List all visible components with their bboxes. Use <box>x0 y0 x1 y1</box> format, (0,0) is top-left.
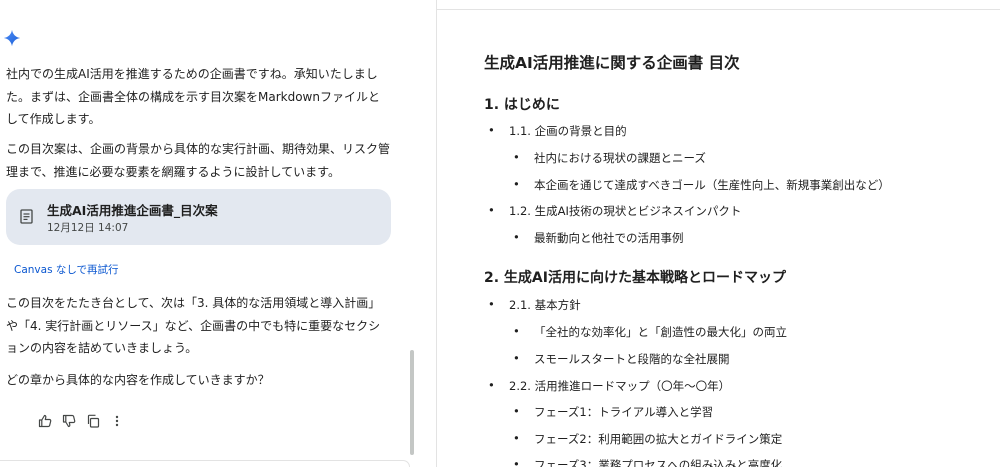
document-icon <box>20 209 33 224</box>
copy-icon[interactable] <box>86 414 100 428</box>
assistant-message-paragraph: この目次をたたき台として、次は「3. 具体的な活用領域と導入計画」や「4. 実行… <box>6 296 381 355</box>
assistant-message-paragraph: この目次案は、企画の背景から具体的な実行計画、期待効果、リスク管理まで、推進に必… <box>6 142 391 179</box>
list-item: 本企画を通じて達成すべきゴール（生産性向上、新規事業創出など） <box>513 177 890 193</box>
list-item: フェーズ1：トライアル導入と学習 <box>513 404 713 420</box>
thumb-down-icon[interactable] <box>62 414 76 428</box>
document-toolbar-border <box>437 9 1000 10</box>
list-item: 2.2. 活用推進ロードマップ（〇年〜〇年） <box>488 378 730 394</box>
file-card-date: 12月12日 14:07 <box>47 222 129 234</box>
list-item: フェーズ3：業務プロセスへの組み込みと高度化 <box>513 457 782 467</box>
assistant-message-paragraph: 社内での生成AI活用を推進するための企画書ですね。承知いたしました。まずは、企画… <box>6 67 380 126</box>
list-item: 最新動向と他社での活用事例 <box>513 230 683 246</box>
section-heading: 2. 生成AI活用に向けた基本戦略とロードマップ <box>484 270 786 286</box>
thumb-up-icon[interactable] <box>38 414 52 428</box>
chat-scrollbar[interactable] <box>410 350 414 455</box>
document-pane: 生成AI活用推進に関する企画書 目次 1. はじめに 1.1. 企画の背景と目的… <box>437 0 1000 467</box>
response-actions <box>38 412 124 430</box>
list-item: 2.1. 基本方針 <box>488 297 580 313</box>
chat-input-box-edge[interactable] <box>0 460 410 467</box>
retry-without-canvas-link[interactable]: Canvas なしで再試行 <box>14 262 119 277</box>
list-item: 「全社的な効率化」と「創造性の最大化」の両立 <box>513 324 787 340</box>
list-item: スモールスタートと段階的な全社展開 <box>513 351 729 367</box>
list-item: 1.2. 生成AI技術の現状とビジネスインパクト <box>488 203 741 219</box>
document-file-card[interactable]: 生成AI活用推進企画書_目次案 12月12日 14:07 <box>6 189 391 245</box>
list-item: 1.1. 企画の背景と目的 <box>488 123 627 139</box>
list-item: フェーズ2：利用範囲の拡大とガイドライン策定 <box>513 431 782 447</box>
file-card-title: 生成AI活用推進企画書_目次案 <box>47 203 218 218</box>
chat-pane: 社内での生成AI活用を推進するための企画書ですね。承知いたしました。まずは、企画… <box>0 0 420 467</box>
document-title: 生成AI活用推進に関する企画書 目次 <box>484 54 740 72</box>
assistant-message-paragraph: どの章から具体的な内容を作成していきますか？ <box>6 373 270 387</box>
section-heading: 1. はじめに <box>484 97 560 113</box>
gemini-sparkle-icon <box>3 29 21 47</box>
more-vert-icon[interactable] <box>110 414 124 428</box>
list-item: 社内における現状の課題とニーズ <box>513 150 706 166</box>
